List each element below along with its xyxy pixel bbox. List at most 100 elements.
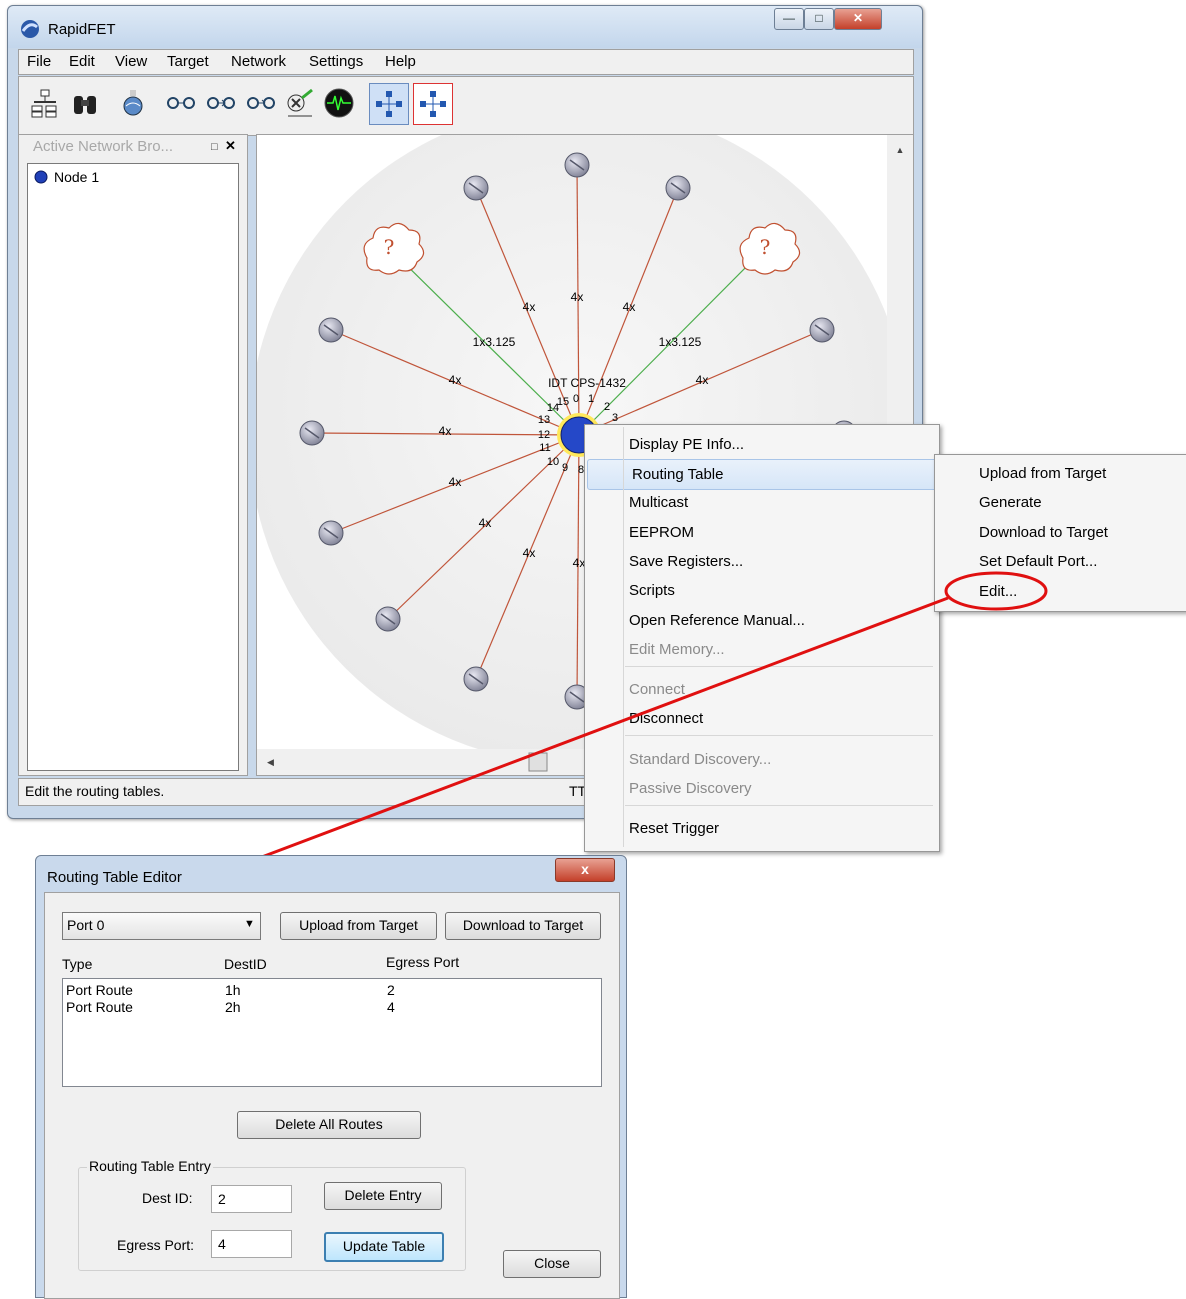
menu-item-label: Routing Table xyxy=(632,466,724,483)
binoculars-icon[interactable] xyxy=(67,85,103,121)
app-logo-icon xyxy=(20,19,40,42)
routes-list[interactable]: Port Route 1h 2 Port Route 2h 4 xyxy=(62,978,602,1087)
column-destid: DestID xyxy=(224,956,267,972)
tree-node-1[interactable]: Node 1 xyxy=(54,169,99,185)
dropdown-arrow-icon: ▼ xyxy=(244,918,255,930)
topology-view-icon[interactable] xyxy=(369,83,409,125)
discovery-globe-icon[interactable] xyxy=(115,85,151,121)
context-menu-item[interactable]: Multicast▶ xyxy=(585,488,981,517)
close-button[interactable]: Close xyxy=(503,1250,601,1278)
delete-entry-button[interactable]: Delete Entry xyxy=(324,1182,442,1210)
endpoint-node-icon[interactable] xyxy=(463,175,489,201)
scope-waveform-icon[interactable] xyxy=(321,85,357,121)
context-menu-item[interactable]: Disconnect xyxy=(585,704,981,733)
link-speed-label: 4x xyxy=(623,300,636,314)
context-menu-item[interactable]: Save Registers... xyxy=(585,547,981,576)
context-menu-item[interactable]: Open Reference Manual... xyxy=(585,606,981,635)
svg-text:?: ? xyxy=(384,235,395,259)
menu-view[interactable]: View xyxy=(115,53,147,70)
egress-port-field[interactable] xyxy=(211,1230,292,1258)
column-type: Type xyxy=(62,956,93,972)
dialog-close-button[interactable]: x xyxy=(555,858,615,882)
submenu-item[interactable]: Download to Target xyxy=(935,518,1186,547)
status-text: Edit the routing tables. xyxy=(25,783,165,799)
context-menu-item: Standard Discovery... xyxy=(585,745,981,774)
port-select[interactable]: Port 0 ▼ xyxy=(62,912,261,940)
context-menu: Display PE Info...Routing Table▶Multicas… xyxy=(584,424,979,852)
svg-text:◀: ◀ xyxy=(267,757,274,767)
window-close-button[interactable]: ✕ xyxy=(834,8,882,30)
topology-edit-icon[interactable] xyxy=(413,83,453,125)
menu-item-label: Edit Memory... xyxy=(629,641,725,658)
menu-item-label: Standard Discovery... xyxy=(629,751,772,768)
window-title: RapidFET xyxy=(48,21,116,38)
download-to-target-button[interactable]: Download to Target xyxy=(445,912,601,940)
menu-bar: File Edit View Target Network Settings H… xyxy=(18,49,914,75)
link-speed-label: 1x3.125 xyxy=(659,335,702,349)
submenu-item[interactable]: Edit... xyxy=(935,577,1186,606)
link-both-icon[interactable] xyxy=(163,85,199,121)
endpoint-node-icon[interactable] xyxy=(463,666,489,692)
submenu-item[interactable]: Set Default Port... xyxy=(935,547,1186,576)
routing-table-submenu: Upload from Target Generate Download to Ta… xyxy=(934,454,1186,612)
menu-edit[interactable]: Edit xyxy=(69,53,95,70)
update-table-button[interactable]: Update Table xyxy=(324,1232,444,1262)
network-browser-panel: Active Network Bro... □ ✕ Node 1 xyxy=(18,134,248,776)
row-dest: 1h xyxy=(225,982,241,998)
switch-label: IDT CPS-1432 xyxy=(548,376,626,390)
menu-network[interactable]: Network xyxy=(231,53,286,70)
table-row[interactable]: Port Route 1h 2 xyxy=(63,982,601,1000)
menu-item-label: EEPROM xyxy=(629,524,695,541)
menu-settings[interactable]: Settings xyxy=(309,53,363,70)
context-menu-item[interactable]: Display PE Info... xyxy=(585,430,981,459)
link-bidirectional-icon[interactable] xyxy=(203,85,239,121)
menu-item-label: Save Registers... xyxy=(629,553,744,570)
panel-close-icon[interactable]: ✕ xyxy=(225,138,236,154)
endpoint-node-icon[interactable] xyxy=(318,520,344,546)
endpoint-node-icon[interactable] xyxy=(375,606,401,632)
table-row[interactable]: Port Route 2h 4 xyxy=(63,999,601,1017)
context-menu-item[interactable]: EEPROM▶ xyxy=(585,518,981,547)
submenu-item[interactable]: Generate xyxy=(935,488,1186,517)
context-menu-item[interactable]: Reset Trigger xyxy=(585,814,981,843)
menu-help[interactable]: Help xyxy=(385,53,416,70)
link-speed-label: 4x xyxy=(523,300,536,314)
endpoint-node-icon[interactable] xyxy=(665,175,691,201)
menu-separator xyxy=(625,735,933,736)
maximize-button[interactable]: □ xyxy=(804,8,834,30)
h-scroll-thumb xyxy=(528,752,548,772)
menu-gutter-line xyxy=(623,427,624,847)
menu-item-label: Passive Discovery xyxy=(629,780,752,797)
node-icon xyxy=(34,170,48,187)
menu-separator xyxy=(625,805,933,806)
endpoint-node-icon[interactable] xyxy=(809,317,835,343)
menu-item-label: Multicast xyxy=(629,494,689,511)
port-number-label: 2 xyxy=(604,401,610,413)
port-select-value: Port 0 xyxy=(67,917,105,933)
upload-from-target-button[interactable]: Upload from Target xyxy=(280,912,437,940)
context-menu-item: Connect xyxy=(585,675,981,704)
menu-target[interactable]: Target xyxy=(167,53,209,70)
panel-float-icon[interactable]: □ xyxy=(211,141,218,153)
endpoint-node-icon[interactable] xyxy=(318,317,344,343)
submenu-item[interactable]: Upload from Target xyxy=(935,459,1186,488)
link-forward-icon[interactable] xyxy=(243,85,279,121)
network-tree-icon[interactable] xyxy=(27,85,63,121)
context-menu-item[interactable]: Scripts▶ xyxy=(585,576,981,605)
dest-id-field[interactable] xyxy=(211,1185,292,1213)
submenu-item-label: Download to Target xyxy=(979,524,1108,541)
port-number-label: 3 xyxy=(612,412,618,424)
minimize-button[interactable]: — xyxy=(774,8,804,30)
routing-table-editor-dialog: Routing Table Editor x Port 0 ▼ Upload f… xyxy=(35,855,627,1299)
delete-all-routes-button[interactable]: Delete All Routes xyxy=(237,1111,421,1139)
context-menu-item[interactable]: Routing Table▶ xyxy=(587,459,979,490)
svg-text:▲: ▲ xyxy=(896,145,905,155)
menu-file[interactable]: File xyxy=(27,53,51,70)
toolbar xyxy=(18,76,914,136)
endpoint-node-icon[interactable] xyxy=(564,152,590,178)
row-type: Port Route xyxy=(66,982,133,998)
title-bar: RapidFET — □ ✕ xyxy=(8,6,922,48)
port-number-label: 0 xyxy=(573,393,579,405)
probe-tool-icon[interactable] xyxy=(281,85,317,121)
endpoint-node-icon[interactable] xyxy=(299,420,325,446)
